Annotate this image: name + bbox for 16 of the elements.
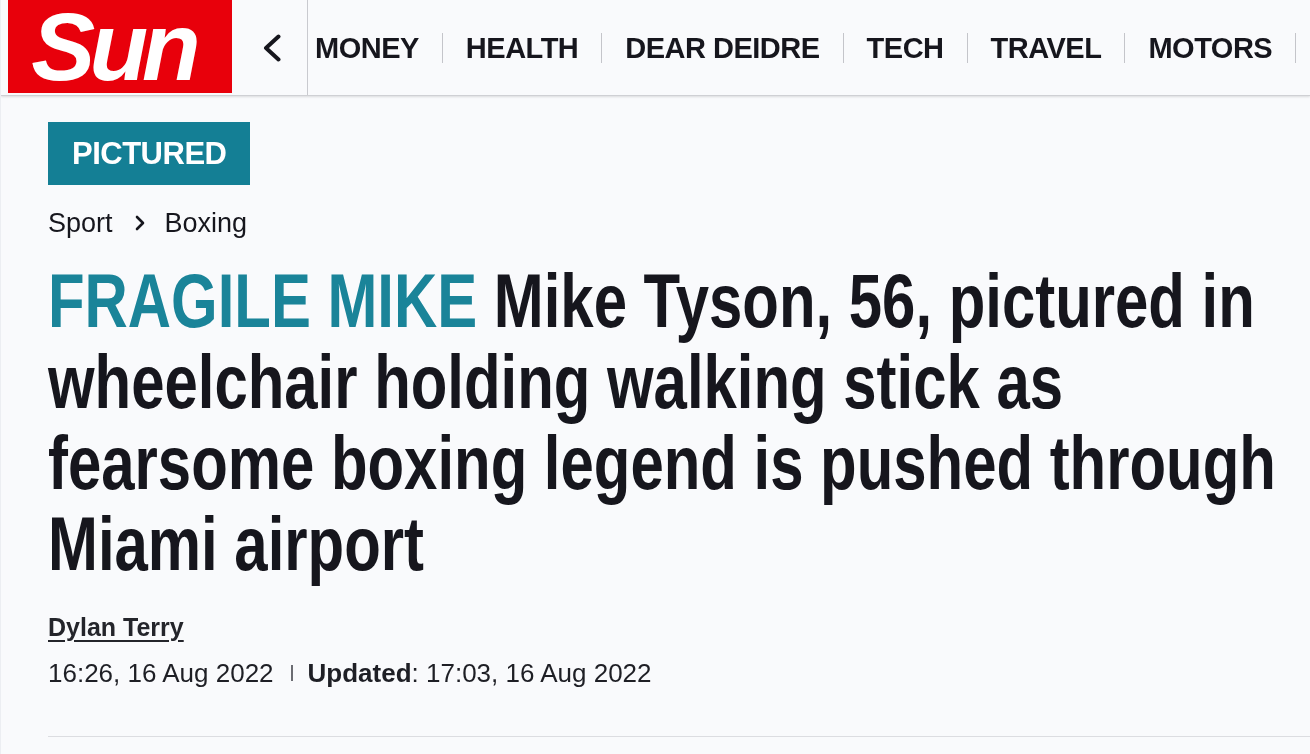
nav-link[interactable]: HEALTH bbox=[442, 27, 602, 68]
author-link[interactable]: Dylan Terry bbox=[48, 610, 184, 644]
category-tag[interactable]: PICTURED bbox=[48, 122, 251, 185]
headline: FRAGILE MIKE Mike Tyson, 56, pictured in wheelchair holding walking stick as fearsome boxing legend is pushed through Miami airport bbox=[48, 260, 1277, 584]
published-time: 16:26, 16 Aug 2022 bbox=[48, 657, 274, 690]
breadcrumb-link[interactable]: Boxing bbox=[164, 205, 248, 241]
updated-time: Updated: 17:03, 16 Aug 2022 bbox=[307, 657, 652, 690]
chevron-right-icon bbox=[134, 215, 145, 231]
nav-link[interactable]: TRAVEL bbox=[967, 27, 1125, 68]
nav-link[interactable]: TECH bbox=[843, 27, 967, 68]
nav-link[interactable]: DEAR DEIDRE bbox=[602, 27, 843, 68]
breadcrumb-link[interactable]: Sport bbox=[48, 205, 113, 241]
site-logo[interactable]: Sun bbox=[8, 0, 232, 93]
nav-link[interactable]: MONEY bbox=[308, 27, 442, 68]
chevron-left-icon bbox=[262, 33, 281, 62]
nav-link[interactable]: MOTORS bbox=[1125, 27, 1296, 68]
